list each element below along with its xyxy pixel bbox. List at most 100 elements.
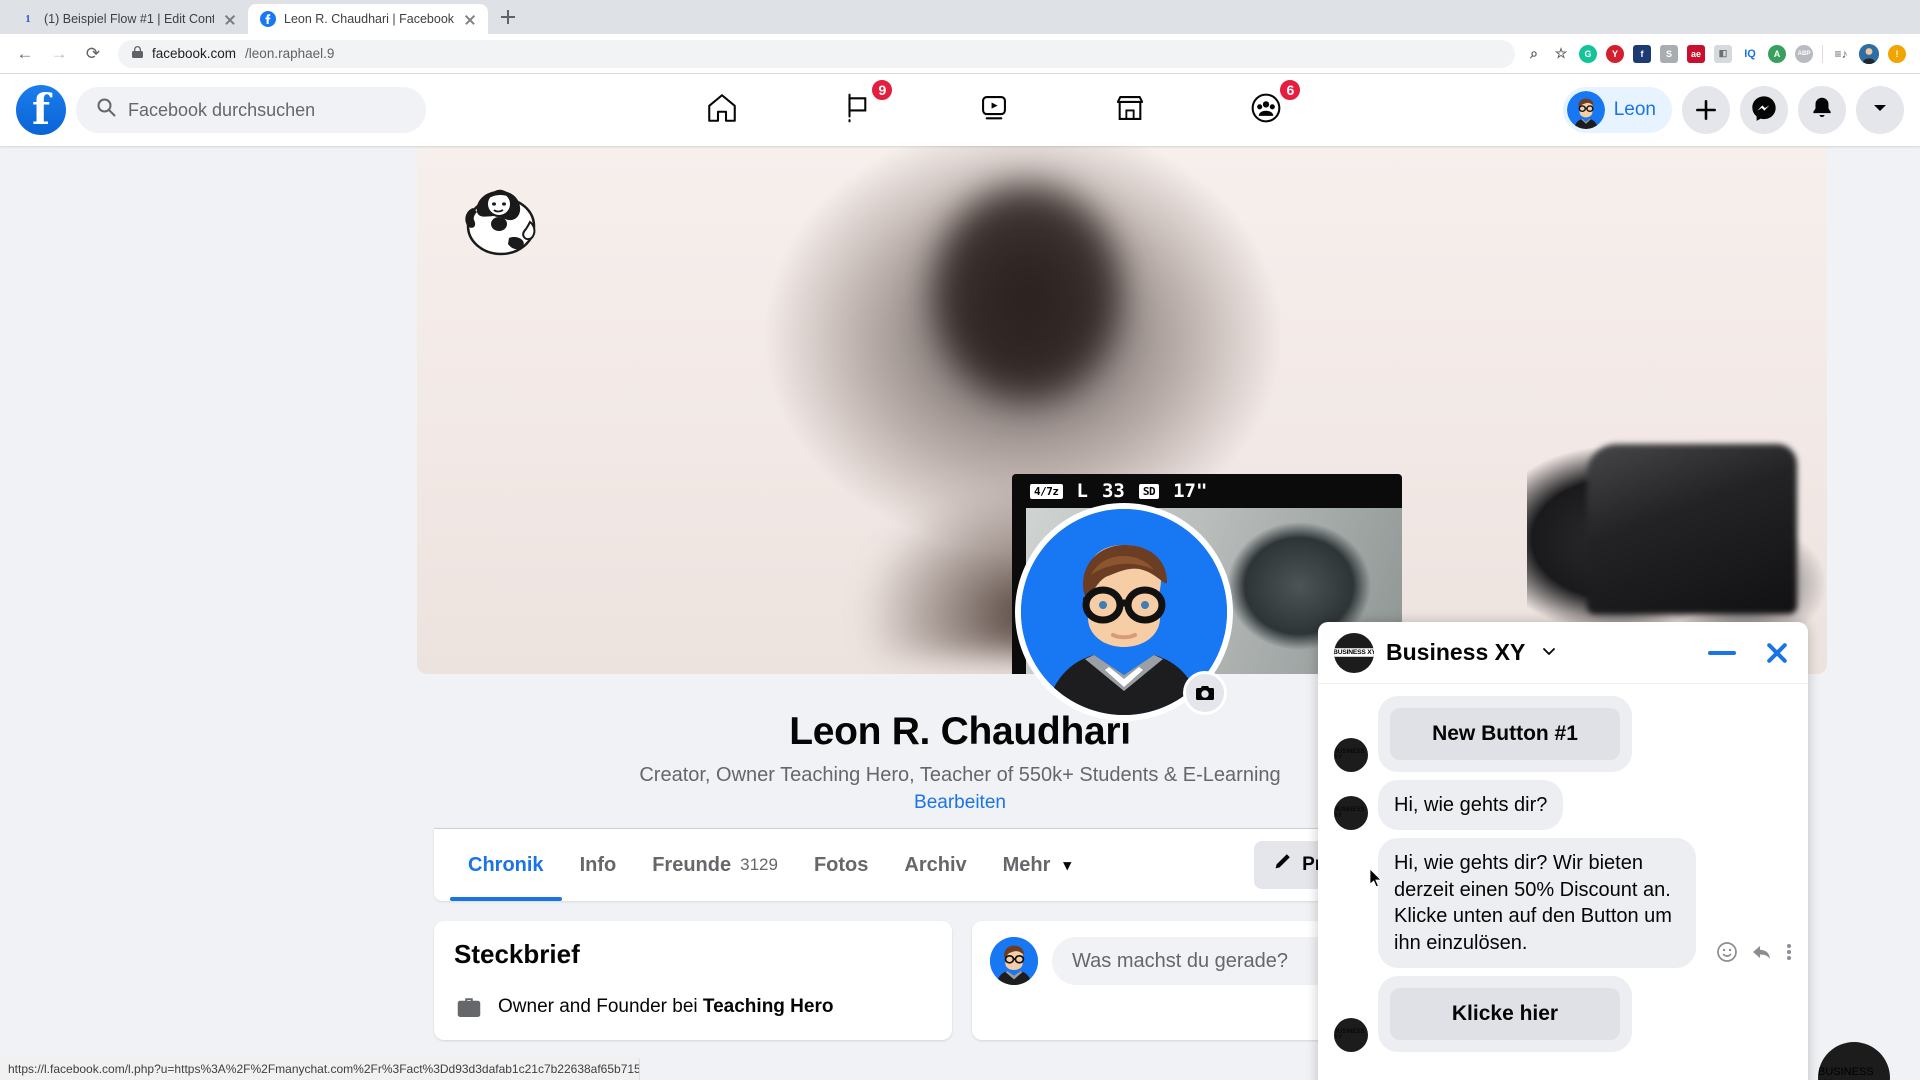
- cover-area: 4/7z L 33 SD 17": [162, 146, 1827, 721]
- avatar: BUSINESS XY: [1334, 1017, 1368, 1052]
- tab-archiv[interactable]: Archiv: [886, 829, 984, 901]
- battery-readout: 4/7z: [1030, 483, 1063, 499]
- tab-label: Freunde: [652, 853, 732, 876]
- url-path: /leon.raphael.9: [245, 46, 335, 61]
- groups-icon: [1249, 91, 1283, 130]
- notifications-button[interactable]: [1798, 86, 1846, 134]
- browser-toolbar: ← → ⟳ facebook.com/leon.raphael.9 ⌕ ☆ G …: [0, 34, 1920, 74]
- message-actions: [1716, 941, 1792, 968]
- abp-extension-icon[interactable]: ABP: [1795, 44, 1813, 63]
- chat-message: Hi, wie gehts dir? Wir bieten derzeit ei…: [1334, 838, 1792, 968]
- close-icon[interactable]: [222, 11, 238, 27]
- browser-profile-avatar[interactable]: [1859, 43, 1879, 64]
- reload-button[interactable]: ⟳: [78, 39, 108, 69]
- facebook-header: f Facebook durchsuchen 9 6 Leon: [0, 74, 1920, 146]
- minimize-icon[interactable]: [1708, 650, 1736, 655]
- facebook-pixel-helper-icon[interactable]: f: [1633, 44, 1651, 63]
- message-button-card: New Button #1: [1378, 696, 1632, 772]
- nav-watch-button[interactable]: [966, 82, 1022, 138]
- tab-freunde[interactable]: Freunde 3129: [634, 829, 796, 901]
- yab-extension-icon[interactable]: Y: [1606, 44, 1624, 63]
- facebook-logo-icon[interactable]: f: [16, 85, 66, 135]
- media-list-icon[interactable]: ≡♪: [1832, 45, 1850, 63]
- tab-label: Chronik: [468, 853, 544, 876]
- cover-camera-body: [1587, 444, 1797, 614]
- tab-mehr[interactable]: Mehr ▾: [985, 829, 1089, 901]
- search-input[interactable]: Facebook durchsuchen: [76, 87, 426, 133]
- close-icon[interactable]: [462, 11, 478, 27]
- composer-placeholder: Was machst du gerade?: [1072, 949, 1289, 972]
- messenger-button[interactable]: [1740, 86, 1788, 134]
- tab-strip: 1 (1) Beispiel Flow #1 | Edit Cont Leon …: [0, 0, 1920, 34]
- marketplace-icon: [1113, 91, 1147, 130]
- zoom-icon[interactable]: ⌕: [1525, 45, 1543, 63]
- tab-info[interactable]: Info: [562, 829, 635, 901]
- time-readout: 17": [1173, 480, 1208, 502]
- facebook-icon: [260, 11, 276, 27]
- forward-button[interactable]: →: [44, 39, 74, 69]
- create-button[interactable]: [1682, 86, 1730, 134]
- message-card-button[interactable]: New Button #1: [1390, 708, 1620, 760]
- nav-home-button[interactable]: [694, 82, 750, 138]
- chat-header: BUSINESS XY Business XY: [1318, 622, 1808, 684]
- close-icon[interactable]: [1762, 638, 1792, 668]
- search-icon: [96, 97, 116, 123]
- watch-video-icon: [977, 91, 1011, 130]
- profile-picture[interactable]: [1015, 503, 1233, 721]
- grammarly-extension-icon[interactable]: G: [1579, 44, 1597, 63]
- iq-extension-icon[interactable]: IQ: [1741, 45, 1759, 63]
- profile-page-body: 4/7z L 33 SD 17" Leon R. Chaudhari Creat…: [0, 146, 1920, 1080]
- floating-business-badge[interactable]: BUSINESS XY: [1818, 1042, 1890, 1080]
- tab-label: Fotos: [813, 853, 869, 876]
- message-card-button[interactable]: Klicke hier: [1390, 987, 1620, 1040]
- pages-badge: 9: [870, 78, 895, 102]
- nav-marketplace-button[interactable]: [1102, 82, 1158, 138]
- avatar: [990, 937, 1038, 985]
- pocket-extension-icon[interactable]: ◧: [1714, 44, 1732, 63]
- avatar-label: BUSINESS XY: [1334, 1028, 1365, 1041]
- message-bubble: Hi, wie gehts dir? Wir bieten derzeit ei…: [1378, 838, 1696, 968]
- react-emoji-icon[interactable]: [1716, 941, 1738, 968]
- adblock-off-icon[interactable]: A: [1768, 44, 1786, 63]
- browser-tab-facebook[interactable]: Leon R. Chaudhari | Facebook: [248, 4, 488, 34]
- back-button[interactable]: ←: [10, 39, 40, 69]
- nav-pages-button[interactable]: 9: [830, 78, 895, 138]
- new-tab-button[interactable]: [494, 3, 522, 31]
- tab-chronik[interactable]: Chronik: [450, 829, 562, 901]
- update-alert-icon[interactable]: !: [1888, 44, 1906, 63]
- briefcase-icon: [454, 992, 484, 1022]
- camera-icon[interactable]: [1183, 671, 1227, 715]
- steckbrief-row-text: Owner and Founder bei Teaching Hero: [498, 996, 833, 1018]
- chat-message: BUSINESS XY Klicke hier: [1334, 975, 1792, 1052]
- tab-title: (1) Beispiel Flow #1 | Edit Cont: [44, 12, 214, 26]
- chevron-down-icon[interactable]: [1541, 643, 1557, 663]
- chat-window-controls: [1708, 638, 1792, 668]
- account-menu-button[interactable]: [1856, 86, 1904, 134]
- more-options-icon[interactable]: [1786, 941, 1792, 968]
- avatar[interactable]: BUSINESS XY: [1334, 632, 1374, 673]
- tab-label: Info: [579, 853, 617, 876]
- address-bar[interactable]: facebook.com/leon.raphael.9: [118, 39, 1515, 68]
- card-readout: SD: [1138, 483, 1160, 499]
- nav-groups-button[interactable]: 6: [1238, 78, 1303, 138]
- reply-icon[interactable]: [1751, 941, 1773, 968]
- sumo-wrestler-logo: [447, 178, 552, 258]
- ae-extension-icon[interactable]: ae: [1687, 44, 1705, 63]
- friends-count: 3129: [740, 855, 778, 874]
- pages-flag-icon: [841, 91, 875, 130]
- profile-shortcut-button[interactable]: Leon: [1562, 87, 1672, 133]
- tab-fotos[interactable]: Fotos: [796, 829, 886, 901]
- similarweb-extension-icon[interactable]: S: [1660, 44, 1678, 63]
- browser-window: 1 (1) Beispiel Flow #1 | Edit Cont Leon …: [0, 0, 1920, 1080]
- toolbar-divider: [1822, 44, 1823, 63]
- chevron-down-icon: ▾: [1063, 857, 1071, 874]
- chat-message-list[interactable]: BUSINESS XY New Button #1 BUSINESS XY Hi…: [1318, 684, 1808, 1080]
- monitor-readout: 4/7z L 33 SD 17": [1012, 474, 1402, 508]
- bookmark-star-icon[interactable]: ☆: [1552, 45, 1570, 63]
- avatar: [1566, 91, 1605, 129]
- browser-tab-manychat[interactable]: 1 (1) Beispiel Flow #1 | Edit Cont: [8, 4, 248, 34]
- message-bubble: Hi, wie gehts dir?: [1378, 780, 1564, 831]
- url-domain: facebook.com: [152, 46, 237, 61]
- manychat-icon: 1: [25, 13, 31, 25]
- edit-bio-link[interactable]: Bearbeiten: [914, 792, 1006, 814]
